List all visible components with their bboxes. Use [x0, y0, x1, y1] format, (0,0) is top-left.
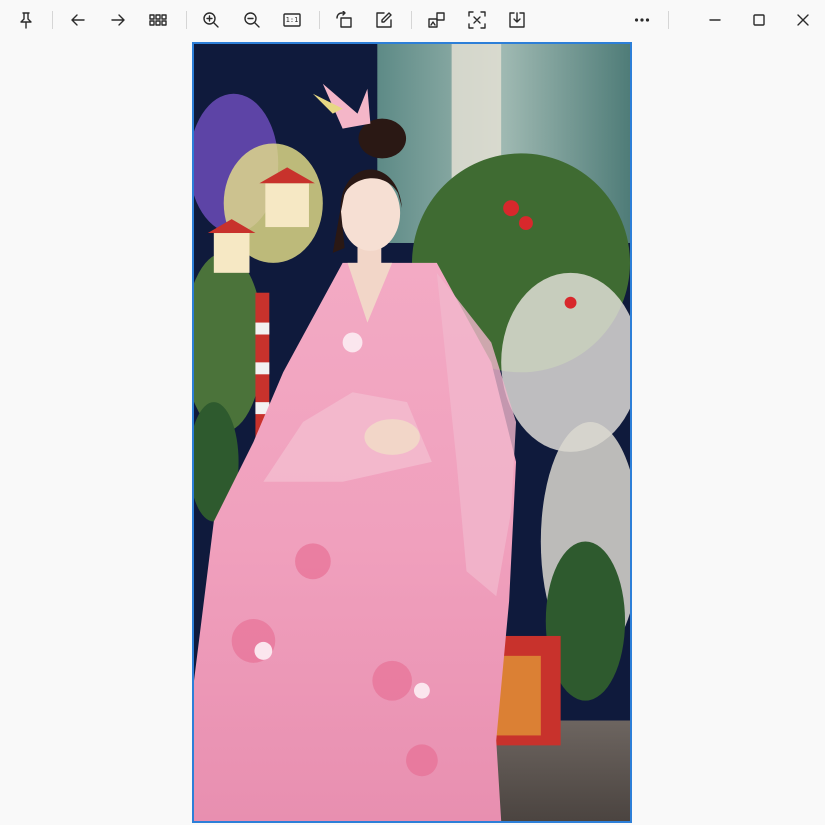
visual-search-button[interactable] — [423, 6, 451, 34]
minimize-icon — [709, 19, 721, 21]
grid-icon — [149, 14, 167, 26]
more-button[interactable] — [628, 6, 656, 34]
next-button[interactable] — [104, 6, 132, 34]
maximize-button[interactable] — [745, 6, 773, 34]
text-extract-button[interactable] — [463, 6, 491, 34]
close-icon — [797, 14, 809, 26]
save-icon — [509, 12, 525, 28]
previous-button[interactable] — [64, 6, 92, 34]
text-extract-icon — [468, 11, 486, 29]
rotate-button[interactable] — [330, 6, 358, 34]
close-button[interactable] — [789, 6, 817, 34]
zoom-out-icon — [244, 12, 260, 28]
maximize-icon — [753, 14, 765, 26]
toolbar-separator — [52, 11, 53, 29]
filmstrip-button[interactable] — [144, 6, 172, 34]
arrow-right-icon — [111, 14, 125, 26]
zoom-in-button[interactable] — [197, 6, 225, 34]
pin-button[interactable] — [12, 6, 40, 34]
zoom-in-icon — [203, 12, 219, 28]
minimize-button[interactable] — [701, 6, 729, 34]
pin-icon — [20, 12, 32, 29]
rotate-icon — [336, 11, 352, 28]
toolbar: 1:1 — [0, 0, 825, 40]
toolbar-separator — [668, 11, 669, 29]
actual-size-label: 1:1 — [285, 16, 299, 24]
toolbar-separator — [411, 11, 412, 29]
more-icon — [634, 18, 650, 22]
actual-size-button[interactable]: 1:1 — [278, 6, 306, 34]
visual-search-icon — [428, 12, 445, 28]
save-button[interactable] — [503, 6, 531, 34]
photo-illustration — [194, 44, 630, 821]
zoom-out-button[interactable] — [238, 6, 266, 34]
edit-icon — [376, 12, 392, 28]
arrow-left-icon — [71, 14, 85, 26]
edit-button[interactable] — [370, 6, 398, 34]
toolbar-separator — [186, 11, 187, 29]
toolbar-separator — [319, 11, 320, 29]
displayed-photo[interactable] — [192, 42, 632, 823]
